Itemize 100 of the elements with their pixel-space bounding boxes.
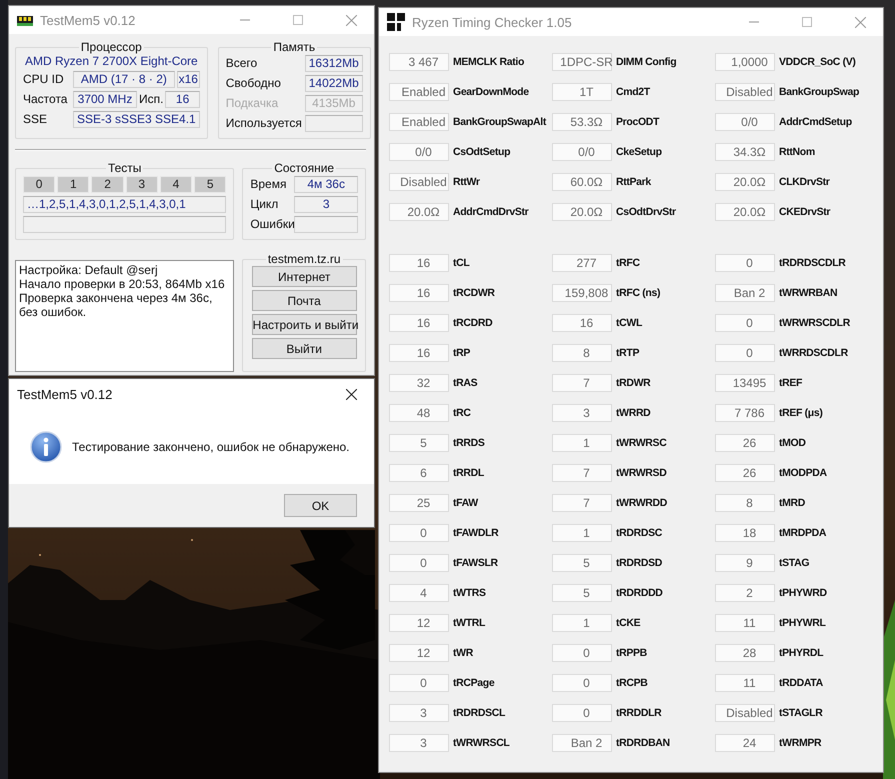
value-field: 20.0Ω xyxy=(552,203,612,221)
value-field: 28 xyxy=(715,644,775,662)
timing-label: tRRDS xyxy=(453,436,484,451)
value-field: 277 xyxy=(552,254,612,272)
timing-label: tFAWDLR xyxy=(453,526,498,541)
group-title: Состояние xyxy=(273,161,336,175)
log-line: Проверка закончена через 4м 36с, xyxy=(19,291,214,305)
value-field: 0 xyxy=(715,254,775,272)
timing-label: tWRWRBAN xyxy=(779,286,838,301)
value-field: Disabled xyxy=(715,83,775,101)
timing-label: tWRWRSCL xyxy=(453,736,510,751)
timing-label: tRDRDDD xyxy=(616,586,663,601)
value-field: 60.0Ω xyxy=(552,173,612,191)
value-field: 26 xyxy=(715,464,775,482)
timing-label: tRAS xyxy=(453,376,478,391)
value-field: 53.3Ω xyxy=(552,113,612,131)
value-field: Enabled xyxy=(389,83,449,101)
timing-label: tRFC (ns) xyxy=(616,286,660,301)
field-label: Свободно xyxy=(226,76,282,90)
timing-label: tWRWRSCDLR xyxy=(779,316,850,331)
value-field: 0/0 xyxy=(389,143,449,161)
value-field: x16 xyxy=(176,70,200,88)
value-field: 34.3Ω xyxy=(715,143,775,161)
action-button[interactable]: Почта xyxy=(252,290,357,311)
timing-label: ProcODT xyxy=(616,115,660,130)
value-field: 5 xyxy=(552,554,612,572)
value-field: 3700 MHz xyxy=(73,90,137,108)
timing-label: tRDDATA xyxy=(779,676,823,691)
ok-button[interactable]: OK xyxy=(284,494,357,517)
value-field: 20.0Ω xyxy=(715,203,775,221)
value-field: 0 xyxy=(552,674,612,692)
value-field: 0 xyxy=(552,644,612,662)
minimize-icon[interactable] xyxy=(749,21,759,23)
value-field: 7 786 xyxy=(715,404,775,422)
field-label: Всего xyxy=(226,56,258,70)
timing-label: tWRRDSCDLR xyxy=(779,346,848,361)
timing-label: tPHYRDL xyxy=(779,646,824,661)
timing-label: tMOD xyxy=(779,436,806,451)
timing-label: BankGroupSwap xyxy=(779,85,860,100)
value-field: 7 xyxy=(552,464,612,482)
timing-label: tWR xyxy=(453,646,473,661)
timing-label: tRCDWR xyxy=(453,286,495,301)
timing-label: tRCPage xyxy=(453,676,494,691)
timing-label: DIMM Config xyxy=(616,55,676,70)
value-field: 1T xyxy=(552,83,612,101)
field-label: SSE xyxy=(23,112,48,126)
window-title: Ryzen Timing Checker 1.05 xyxy=(412,14,573,30)
value-field: 0 xyxy=(715,314,775,332)
timing-label: tRDRDSD xyxy=(616,556,662,571)
cpu-name: AMD Ryzen 7 2700X Eight-Core xyxy=(24,54,199,68)
timing-label: CLKDrvStr xyxy=(779,175,830,190)
value-field: 3 467 xyxy=(389,53,449,71)
action-button[interactable]: Настроить и выйти xyxy=(252,314,357,335)
value-field: 1 xyxy=(552,524,612,542)
timing-label: tRPPB xyxy=(616,646,647,661)
value-field: 8 xyxy=(715,494,775,512)
value-field: 3 xyxy=(294,196,358,212)
test-number: 5 xyxy=(194,176,226,192)
value-field: 0 xyxy=(389,674,449,692)
value-field: 3 xyxy=(389,704,449,722)
timing-label: tRDRDSCDLR xyxy=(779,256,846,271)
close-icon[interactable] xyxy=(346,388,356,400)
value-field: Disabled xyxy=(389,173,449,191)
timing-label: tWRRD xyxy=(616,406,650,421)
timing-label: tRCDRD xyxy=(453,316,492,331)
timing-label: tRDWR xyxy=(616,376,650,391)
value-field: 1,0000 xyxy=(715,53,775,71)
action-button[interactable]: Интернет xyxy=(252,266,357,287)
minimize-icon[interactable] xyxy=(240,19,250,21)
timing-label: tRC xyxy=(453,406,471,421)
timing-label: tRCPB xyxy=(616,676,648,691)
value-field: 12 xyxy=(389,644,449,662)
timing-label: tPHYWRL xyxy=(779,616,826,631)
value-field: 3 xyxy=(552,404,612,422)
timing-label: tRDRDSC xyxy=(616,526,662,541)
field-label: Подкачка xyxy=(226,96,280,110)
value-field: Disabled xyxy=(715,704,775,722)
value-field: 16312Mb xyxy=(304,54,363,72)
field-label: Ошибки xyxy=(250,217,292,231)
timing-label: tWRWRSD xyxy=(616,466,666,481)
value-field: 14022Mb xyxy=(304,74,363,92)
timing-label: CkeSetup xyxy=(616,145,662,160)
timing-label: AddrCmdSetup xyxy=(779,115,852,130)
timing-label: tREF (μs) xyxy=(779,406,823,421)
maximize-icon[interactable] xyxy=(802,17,812,27)
value-field: 0 xyxy=(389,554,449,572)
memory-chip-icon xyxy=(17,14,33,26)
timing-label: tRTP xyxy=(616,346,640,361)
timing-label: CsOdtDrvStr xyxy=(616,205,676,220)
value-field: 0 xyxy=(552,704,612,722)
timing-label: BankGroupSwapAlt xyxy=(453,115,546,130)
value-field: 2 xyxy=(715,584,775,602)
dialog-message: Тестирование закончено, ошибок не обнаружено. xyxy=(72,440,350,454)
maximize-icon[interactable] xyxy=(293,15,303,25)
timing-label: VDDCR_SoC (V) xyxy=(779,55,856,70)
window-title: TestMem5 v0.12 xyxy=(40,12,136,28)
value-field: 7 xyxy=(552,374,612,392)
group-title: testmem.tz.ru xyxy=(266,252,342,266)
field-label: Цикл xyxy=(250,197,280,211)
action-button[interactable]: Выйти xyxy=(252,338,357,359)
